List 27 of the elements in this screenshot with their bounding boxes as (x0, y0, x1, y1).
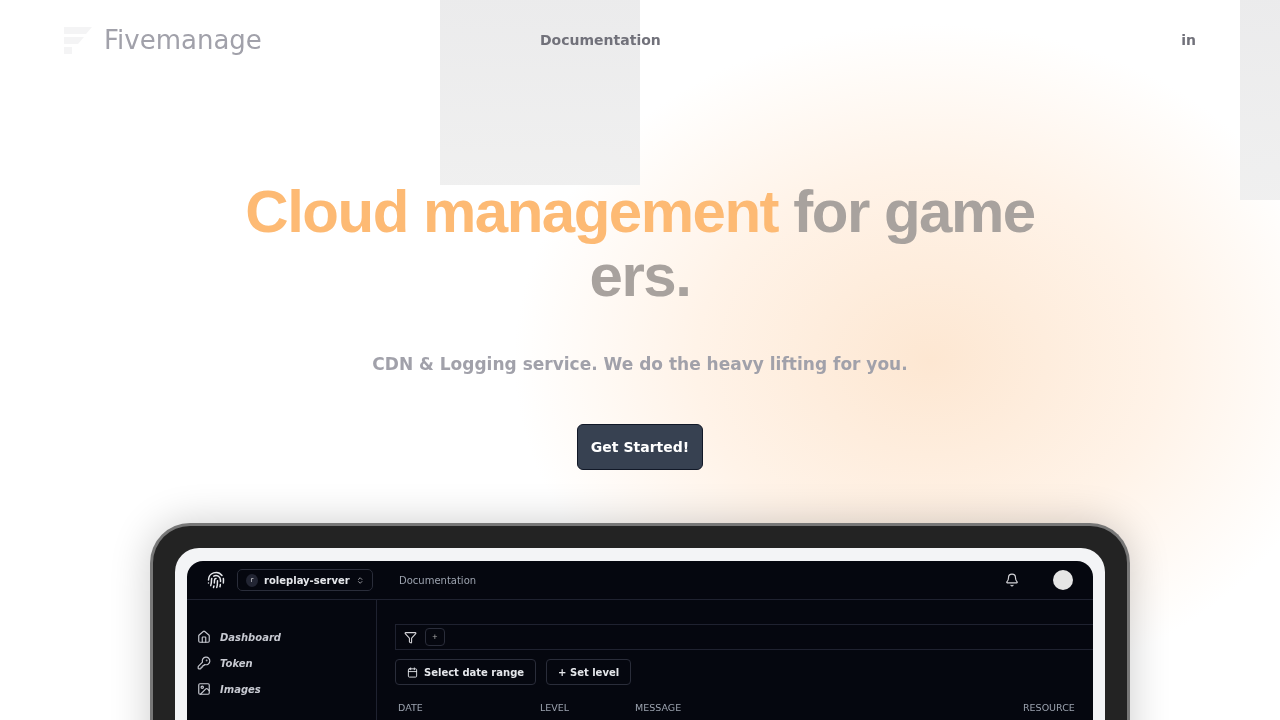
fingerprint-icon (207, 571, 225, 589)
sidebar-item[interactable]: Token (197, 656, 376, 670)
documentation-link[interactable]: Documentation (399, 574, 477, 586)
column-header: MESSAGE (635, 702, 683, 713)
set-level-button[interactable]: + Set level (546, 659, 632, 685)
home-icon (197, 630, 211, 644)
image-icon (197, 682, 211, 696)
calendar-icon (407, 666, 418, 678)
avatar[interactable] (1053, 570, 1073, 590)
nav-link[interactable]: Documentation (540, 32, 661, 48)
filter-icon[interactable] (404, 630, 417, 644)
date-range-button[interactable]: Select date range (395, 659, 537, 685)
bell-icon[interactable] (1005, 573, 1019, 587)
hero-subtitle: CDN & Logging service. We do the heavy lifting for you. (372, 354, 908, 374)
chevrons-icon (355, 575, 364, 585)
get-started-button[interactable]: Get Started! (576, 424, 704, 470)
login-link[interactable]: in (1181, 32, 1196, 48)
logo-text: Fivemanage (104, 25, 262, 55)
column-header: RESOURCE (1023, 702, 1076, 713)
key-icon (197, 656, 211, 670)
sidebar-item[interactable]: Images (197, 682, 376, 696)
column-header: DATE (398, 702, 424, 713)
server-name: roleplay-server (264, 574, 350, 586)
hero-title: Cloud management for game ers. (244, 180, 1036, 308)
add-filter-button[interactable]: + (425, 628, 445, 646)
column-header: LEVEL (540, 702, 571, 713)
sidebar-item[interactable]: Dashboard (197, 630, 376, 644)
